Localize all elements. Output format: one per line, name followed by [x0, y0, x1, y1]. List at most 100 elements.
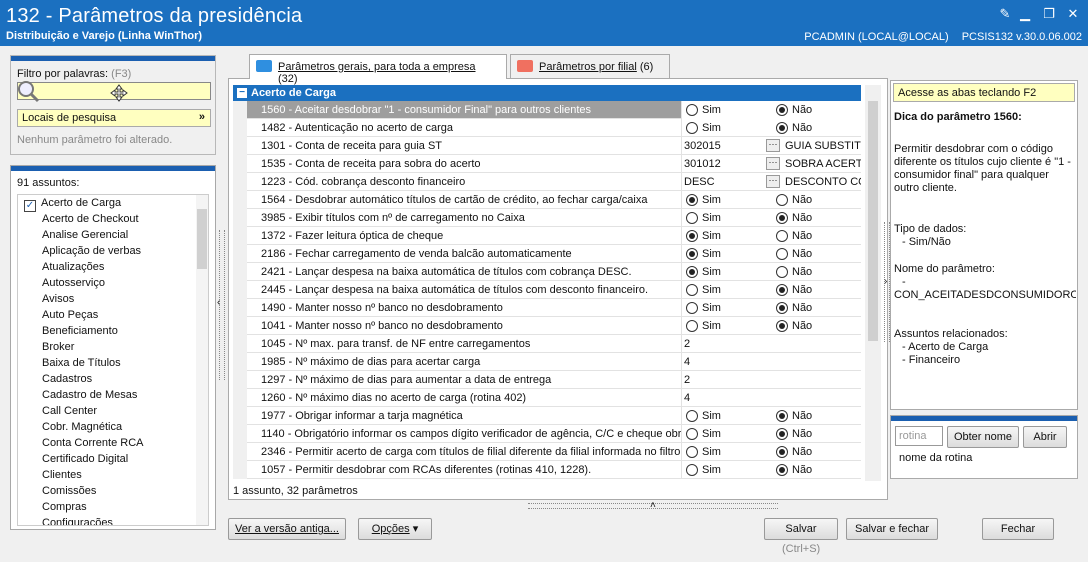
radio-no[interactable] [776, 446, 788, 458]
parameter-row[interactable]: 1140 - Obrigatório informar os campos dí… [233, 425, 861, 443]
maximize-button[interactable]: ❐ [1040, 6, 1058, 22]
parameter-row[interactable]: 2346 - Permitir acerto de carga com títu… [233, 443, 861, 461]
parameter-value[interactable]: Sim Não [681, 245, 861, 263]
parameter-value[interactable]: DESC ··· DESCONTO CONCEDIDO [681, 173, 861, 191]
radio-yes[interactable] [686, 302, 698, 314]
parameter-value[interactable]: Sim Não [681, 299, 861, 317]
radio-no[interactable] [776, 212, 788, 224]
subject-item[interactable]: Cadastro de Mesas [18, 387, 208, 403]
radio-yes[interactable] [686, 428, 698, 440]
parameter-row[interactable]: 1482 - Autenticação no acerto de carga Si… [233, 119, 861, 137]
parameter-row[interactable]: 1260 - Nº máximo dias no acerto de carga… [233, 389, 861, 407]
radio-no[interactable] [776, 464, 788, 476]
parameter-value[interactable]: 301012 ··· SOBRA ACERTO [681, 155, 861, 173]
parameter-value[interactable]: 2 [681, 371, 861, 389]
subjects-scroll-thumb[interactable] [197, 209, 207, 269]
subjects-list[interactable]: ✓ Acerto de Carga Acerto de Checkout Analis… [17, 194, 209, 526]
parameter-row[interactable]: 2186 - Fechar carregamento de venda balc… [233, 245, 861, 263]
subject-item[interactable]: Beneficiamento [18, 323, 208, 339]
parameter-row[interactable]: 1985 - Nº máximo de dias para acertar ca… [233, 353, 861, 371]
subject-item[interactable]: Autosserviço [18, 275, 208, 291]
grid-scrollbar[interactable] [865, 85, 881, 481]
open-routine-button[interactable]: Abrir [1023, 426, 1067, 448]
radio-yes[interactable] [686, 230, 698, 242]
parameter-value[interactable]: Sim Não [681, 119, 861, 137]
parameter-row[interactable]: 1301 - Conta de receita para guia ST 3020… [233, 137, 861, 155]
parameter-row[interactable]: 1297 - Nº máximo de dias para aumentar a… [233, 371, 861, 389]
numeric-value[interactable]: 2 [684, 335, 690, 353]
parameter-row[interactable]: 3985 - Exibir títulos com nº de carregam… [233, 209, 861, 227]
subject-item[interactable]: Avisos [18, 291, 208, 307]
subject-item[interactable]: Cobr. Magnética [18, 419, 208, 435]
parameter-value[interactable]: Sim Não [681, 443, 861, 461]
lookup-code[interactable]: 301012 [684, 155, 721, 173]
collapse-group-icon[interactable]: − [237, 88, 247, 98]
subject-item[interactable]: Compras [18, 499, 208, 515]
subject-item[interactable]: Atualizações [18, 259, 208, 275]
parameter-value[interactable]: Sim Não [681, 461, 861, 479]
parameter-row[interactable]: 1057 - Permitir desdobrar com RCAs difer… [233, 461, 861, 479]
parameter-value[interactable]: Sim Não [681, 101, 861, 119]
subjects-scrollbar[interactable] [196, 195, 208, 525]
subject-item[interactable]: Analise Gerencial [18, 227, 208, 243]
subject-item[interactable]: Cadastros [18, 371, 208, 387]
radio-no[interactable] [776, 230, 788, 242]
parameter-value[interactable]: Sim Não [681, 425, 861, 443]
collapse-right-icon[interactable]: › [884, 276, 887, 287]
parameter-row[interactable]: 1372 - Fazer leitura óptica de cheque Sim… [233, 227, 861, 245]
radio-no[interactable] [776, 122, 788, 134]
lookup-button[interactable]: ··· [766, 139, 780, 152]
group-header[interactable]: − Acerto de Carga [233, 85, 861, 101]
parameter-value[interactable]: Sim Não [681, 407, 861, 425]
parameter-value[interactable]: Sim Não [681, 263, 861, 281]
parameter-value[interactable]: Sim Não [681, 209, 861, 227]
subject-item[interactable]: ✓ Acerto de Carga [18, 195, 208, 212]
parameter-row[interactable]: 1041 - Manter nosso nº banco no desdobra… [233, 317, 861, 335]
parameter-row[interactable]: 1045 - Nº max. para transf. de NF entre … [233, 335, 861, 353]
subject-item[interactable]: Certificado Digital [18, 451, 208, 467]
radio-yes[interactable] [686, 248, 698, 260]
parameter-value[interactable]: 4 [681, 389, 861, 407]
subject-item[interactable]: Call Center [18, 403, 208, 419]
parameter-row[interactable]: 1535 - Conta de receita para sobra do ac… [233, 155, 861, 173]
tab-branch-params[interactable]: Parâmetros por filial (6) [510, 54, 670, 78]
parameter-row[interactable]: 1977 - Obrigar informar a tarja magnétic… [233, 407, 861, 425]
routine-input[interactable]: rotina [895, 426, 943, 446]
subject-item[interactable]: Clientes [18, 467, 208, 483]
radio-yes[interactable] [686, 446, 698, 458]
checkbox-checked-icon[interactable]: ✓ [24, 200, 36, 212]
minimize-button[interactable]: ▁ [1016, 6, 1034, 22]
radio-yes[interactable] [686, 104, 698, 116]
radio-no[interactable] [776, 248, 788, 260]
subject-item[interactable]: Comissões [18, 483, 208, 499]
radio-no[interactable] [776, 194, 788, 206]
parameter-value[interactable]: 2 [681, 335, 861, 353]
subject-item[interactable]: Acerto de Checkout [18, 211, 208, 227]
grid-scroll-thumb[interactable] [868, 101, 878, 341]
close-window-button[interactable]: ✕ [1064, 6, 1082, 22]
radio-yes[interactable] [686, 464, 698, 476]
lookup-code[interactable]: DESC [684, 173, 715, 191]
parameter-row[interactable]: 2421 - Lançar despesa na baixa automátic… [233, 263, 861, 281]
parameter-row[interactable]: 2445 - Lançar despesa na baixa automátic… [233, 281, 861, 299]
save-button[interactable]: Salvar [764, 518, 838, 540]
radio-yes[interactable] [686, 122, 698, 134]
old-version-button[interactable]: Ver a versão antiga... [228, 518, 346, 540]
numeric-value[interactable]: 4 [684, 389, 690, 407]
numeric-value[interactable]: 4 [684, 353, 690, 371]
parameter-value[interactable]: 302015 ··· GUIA SUBSTITUIÇÃO [681, 137, 861, 155]
parameter-value[interactable]: Sim Não [681, 227, 861, 245]
radio-yes[interactable] [686, 194, 698, 206]
collapse-left-icon[interactable]: ‹ [217, 297, 220, 308]
radio-no[interactable] [776, 284, 788, 296]
parameter-value[interactable]: Sim Não [681, 191, 861, 209]
radio-no[interactable] [776, 266, 788, 278]
lookup-button[interactable]: ··· [766, 175, 780, 188]
search-scope-select[interactable]: Locais de pesquisa » [17, 109, 211, 127]
subject-item[interactable]: Conta Corrente RCA [18, 435, 208, 451]
save-close-button[interactable]: Salvar e fechar [846, 518, 938, 540]
parameter-value[interactable]: Sim Não [681, 317, 861, 335]
tab-general-params[interactable]: Parâmetros gerais, para toda a empresa (… [249, 54, 507, 85]
radio-yes[interactable] [686, 410, 698, 422]
get-name-button[interactable]: Obter nome [947, 426, 1019, 448]
